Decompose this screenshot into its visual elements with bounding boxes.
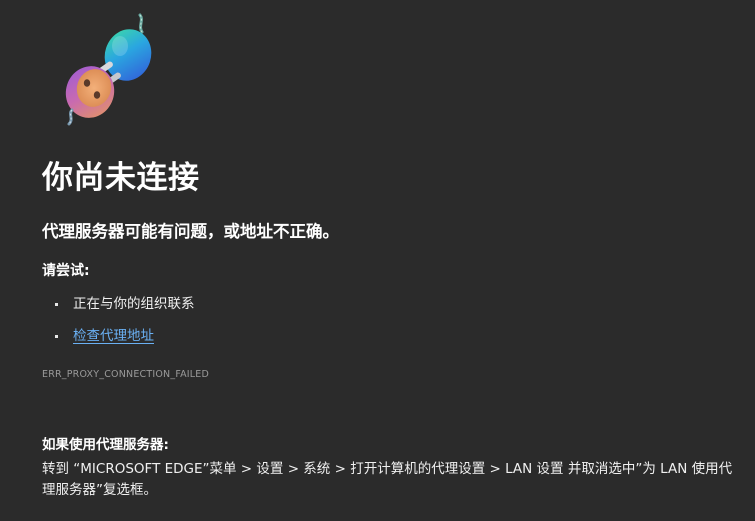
suggestion-list: 正在与你的组织联系 检查代理地址 [42,292,195,356]
error-page: 你尚未连接 代理服务器可能有问题，或地址不正确。 请尝试: 正在与你的组织联系 … [0,0,755,521]
proxy-instructions: 转到 “MICROSOFT EDGE”菜单 > 设置 > 系统 > 打开计算机的… [42,461,733,498]
check-proxy-address-link[interactable]: 检查代理地址 [73,328,154,344]
proxy-heading: 如果使用代理服务器: [42,437,169,453]
unplugged-connector-icon [65,13,152,126]
page-title: 你尚未连接 [42,160,200,196]
suggestion-text: 正在与你的组织联系 [73,296,195,312]
suggestion-contact-organization: 正在与你的组织联系 [42,292,195,316]
try-heading: 请尝试: [42,263,90,279]
error-subtitle: 代理服务器可能有问题，或地址不正确。 [42,222,339,241]
error-code: ERR_PROXY_CONNECTION_FAILED [42,369,210,380]
suggestion-check-proxy: 检查代理地址 [42,324,195,348]
bullet-icon [55,303,58,306]
bullet-icon [55,335,58,338]
